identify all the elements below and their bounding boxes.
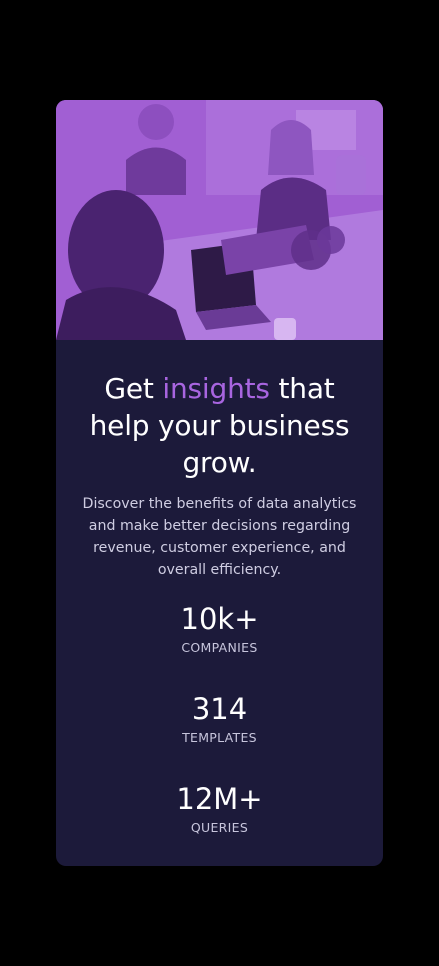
office-photo-illustration xyxy=(56,100,383,340)
description: Discover the benefits of data analytics … xyxy=(82,496,357,578)
headline-start: Get xyxy=(104,372,163,405)
stat-label: COMPANIES xyxy=(181,640,258,655)
stat-label: QUERIES xyxy=(190,820,249,835)
stat-value: 314 xyxy=(191,692,248,726)
stat-label: TEMPLATES xyxy=(182,730,257,745)
hero-image xyxy=(56,100,383,340)
headline-accent: insights xyxy=(162,372,270,405)
stat-value: 12M+ xyxy=(176,782,263,816)
card-content: Get insights that help your business gro… xyxy=(56,340,383,866)
headline: Get insights that help your business gro… xyxy=(75,370,365,481)
stat-queries: 12M+ QUERIES xyxy=(56,782,383,866)
stat-value: 10k+ xyxy=(180,602,259,636)
stat-templates: 314 TEMPLATES xyxy=(56,692,383,782)
insights-card: Get insights that help your business gro… xyxy=(56,100,383,866)
stats-list: 10k+ COMPANIES 314 TEMPLATES 12M+ QUERIE… xyxy=(56,602,383,866)
stat-companies: 10k+ COMPANIES xyxy=(56,602,383,692)
